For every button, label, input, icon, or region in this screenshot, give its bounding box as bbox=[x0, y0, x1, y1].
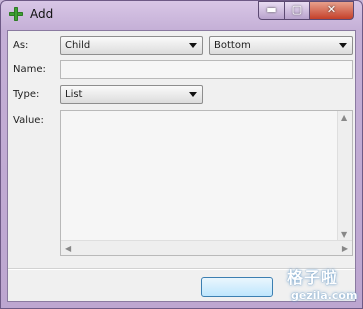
add-dialog: Add ▬ ▢ ✕ As: Child Bottom Name: Type: L… bbox=[0, 0, 363, 309]
close-button[interactable]: ✕ bbox=[309, 1, 354, 20]
watermark-text: 格子啦 bbox=[287, 268, 339, 287]
position-dropdown-value: Bottom bbox=[214, 40, 251, 51]
type-label: Type: bbox=[13, 89, 40, 100]
maximize-button[interactable]: ▢ bbox=[284, 1, 310, 20]
close-icon: ✕ bbox=[326, 3, 337, 16]
ok-button[interactable] bbox=[201, 277, 273, 297]
maximize-icon: ▢ bbox=[291, 3, 303, 16]
chevron-down-icon bbox=[189, 43, 197, 48]
minimize-button[interactable]: ▬ bbox=[258, 1, 285, 20]
type-dropdown[interactable]: List bbox=[60, 85, 203, 104]
minimize-icon: ▬ bbox=[266, 3, 277, 16]
value-textarea[interactable]: ▲ ▼ ◀ ▶ bbox=[60, 110, 353, 256]
dialog-client-area: As: Child Bottom Name: Type: List Value:… bbox=[7, 30, 356, 302]
title-bar[interactable]: Add ▬ ▢ ✕ bbox=[1, 1, 362, 29]
chevron-down-icon bbox=[339, 43, 347, 48]
scroll-up-icon[interactable]: ▲ bbox=[341, 113, 347, 122]
as-label: As: bbox=[13, 40, 29, 51]
scroll-right-icon[interactable]: ▶ bbox=[342, 244, 348, 253]
window-title: Add bbox=[30, 7, 54, 21]
type-dropdown-value: List bbox=[65, 89, 83, 100]
name-field[interactable] bbox=[60, 60, 353, 79]
value-label: Value: bbox=[13, 115, 44, 126]
watermark-url: gezila.com bbox=[291, 289, 358, 302]
horizontal-scrollbar[interactable]: ◀ ▶ bbox=[61, 240, 352, 255]
vertical-scrollbar[interactable]: ▲ ▼ bbox=[337, 111, 352, 241]
name-label: Name: bbox=[13, 64, 46, 75]
scroll-left-icon[interactable]: ◀ bbox=[65, 244, 71, 253]
chevron-down-icon bbox=[189, 92, 197, 97]
as-dropdown[interactable]: Child bbox=[60, 36, 203, 55]
scroll-down-icon[interactable]: ▼ bbox=[341, 230, 347, 239]
as-dropdown-value: Child bbox=[65, 40, 91, 51]
add-plus-icon bbox=[9, 7, 23, 21]
position-dropdown[interactable]: Bottom bbox=[209, 36, 353, 55]
